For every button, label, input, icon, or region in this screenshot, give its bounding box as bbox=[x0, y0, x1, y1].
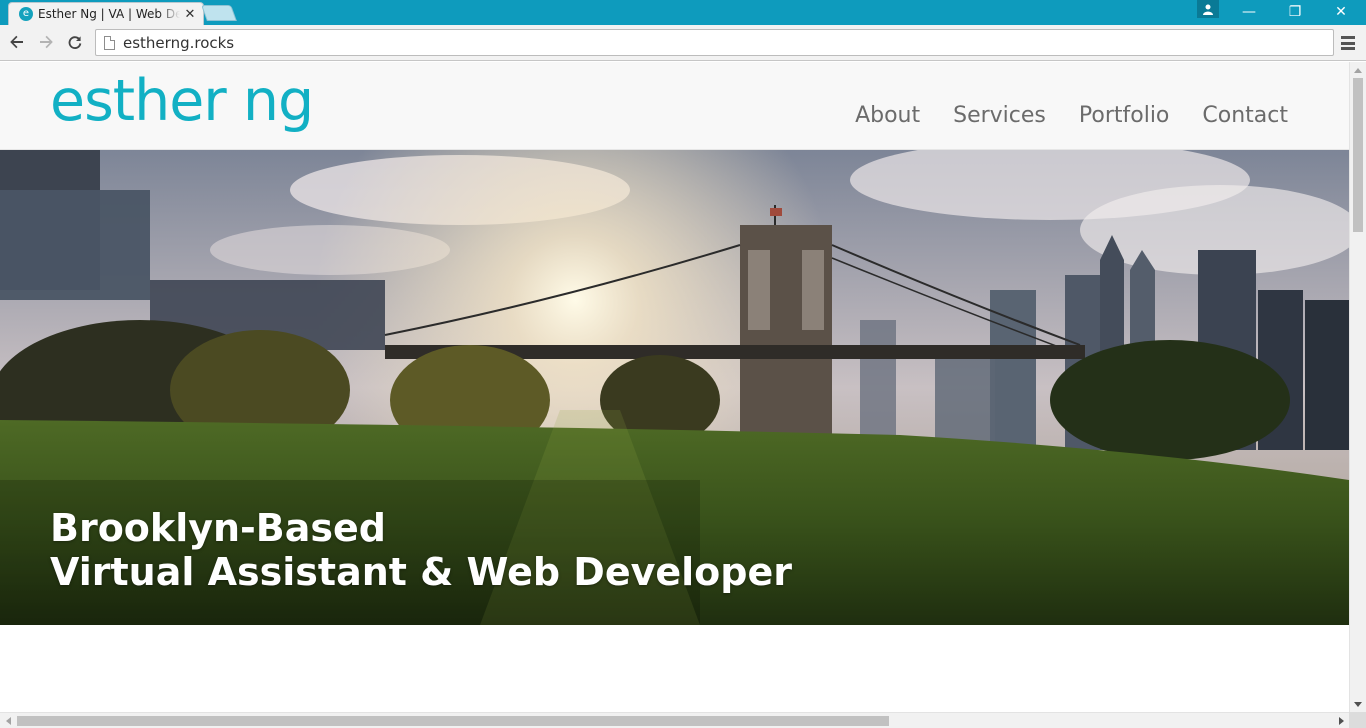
browser-titlebar: e Esther Ng | VA | Web Developer ✕ — ❐ ✕ bbox=[0, 0, 1366, 25]
hero-heading-line-2: Virtual Assistant & Web Developer bbox=[50, 550, 793, 594]
main-nav: About Services Portfolio Contact bbox=[855, 103, 1288, 128]
nav-link-contact[interactable]: Contact bbox=[1202, 103, 1288, 128]
window-close-button[interactable]: ✕ bbox=[1318, 0, 1364, 24]
nav-link-about[interactable]: About bbox=[855, 103, 920, 128]
tab-title: Esther Ng | VA | Web Developer bbox=[38, 7, 180, 21]
tab-close-icon[interactable]: ✕ bbox=[183, 6, 197, 22]
browser-toolbar: estherng.rocks bbox=[0, 25, 1366, 61]
nav-link-portfolio[interactable]: Portfolio bbox=[1079, 103, 1170, 128]
site-favicon-icon: e bbox=[19, 7, 33, 21]
scroll-down-arrow-icon[interactable] bbox=[1350, 698, 1366, 710]
back-button[interactable] bbox=[6, 31, 28, 53]
page-icon bbox=[104, 35, 115, 50]
horizontal-scrollbar[interactable] bbox=[0, 712, 1349, 728]
site-logo[interactable]: esther ng bbox=[50, 66, 314, 136]
page-viewport: esther ng About Services Portfolio Conta… bbox=[0, 62, 1349, 712]
arrow-left-icon bbox=[10, 35, 23, 49]
new-tab-button[interactable] bbox=[201, 5, 237, 21]
window-maximize-button[interactable]: ❐ bbox=[1272, 0, 1318, 24]
scroll-right-arrow-icon[interactable] bbox=[1335, 715, 1347, 727]
reload-button[interactable] bbox=[64, 31, 86, 53]
nav-link-services[interactable]: Services bbox=[953, 103, 1046, 128]
site-header: esther ng About Services Portfolio Conta… bbox=[0, 62, 1349, 150]
window-minimize-button[interactable]: — bbox=[1226, 0, 1272, 24]
arrow-right-icon bbox=[40, 35, 53, 49]
vertical-scroll-thumb[interactable] bbox=[1353, 78, 1363, 232]
reload-icon bbox=[68, 36, 82, 50]
forward-button[interactable] bbox=[35, 31, 57, 53]
horizontal-scroll-thumb[interactable] bbox=[17, 716, 889, 726]
hero-heading: Brooklyn-Based Virtual Assistant & Web D… bbox=[50, 506, 792, 594]
vertical-scrollbar[interactable] bbox=[1349, 62, 1366, 712]
hero-banner: Brooklyn-Based Virtual Assistant & Web D… bbox=[0, 150, 1349, 625]
browser-tab-active[interactable]: e Esther Ng | VA | Web Developer ✕ bbox=[8, 2, 204, 25]
scrollbar-corner bbox=[1349, 712, 1366, 728]
scroll-up-arrow-icon[interactable] bbox=[1350, 64, 1366, 76]
person-icon bbox=[1203, 4, 1213, 15]
url-text[interactable]: estherng.rocks bbox=[123, 34, 234, 52]
address-bar[interactable]: estherng.rocks bbox=[95, 29, 1334, 56]
profile-button[interactable] bbox=[1197, 0, 1219, 18]
scroll-left-arrow-icon[interactable] bbox=[2, 715, 14, 727]
hamburger-menu-icon[interactable] bbox=[1339, 34, 1357, 52]
hero-heading-line-1: Brooklyn-Based bbox=[50, 506, 387, 550]
